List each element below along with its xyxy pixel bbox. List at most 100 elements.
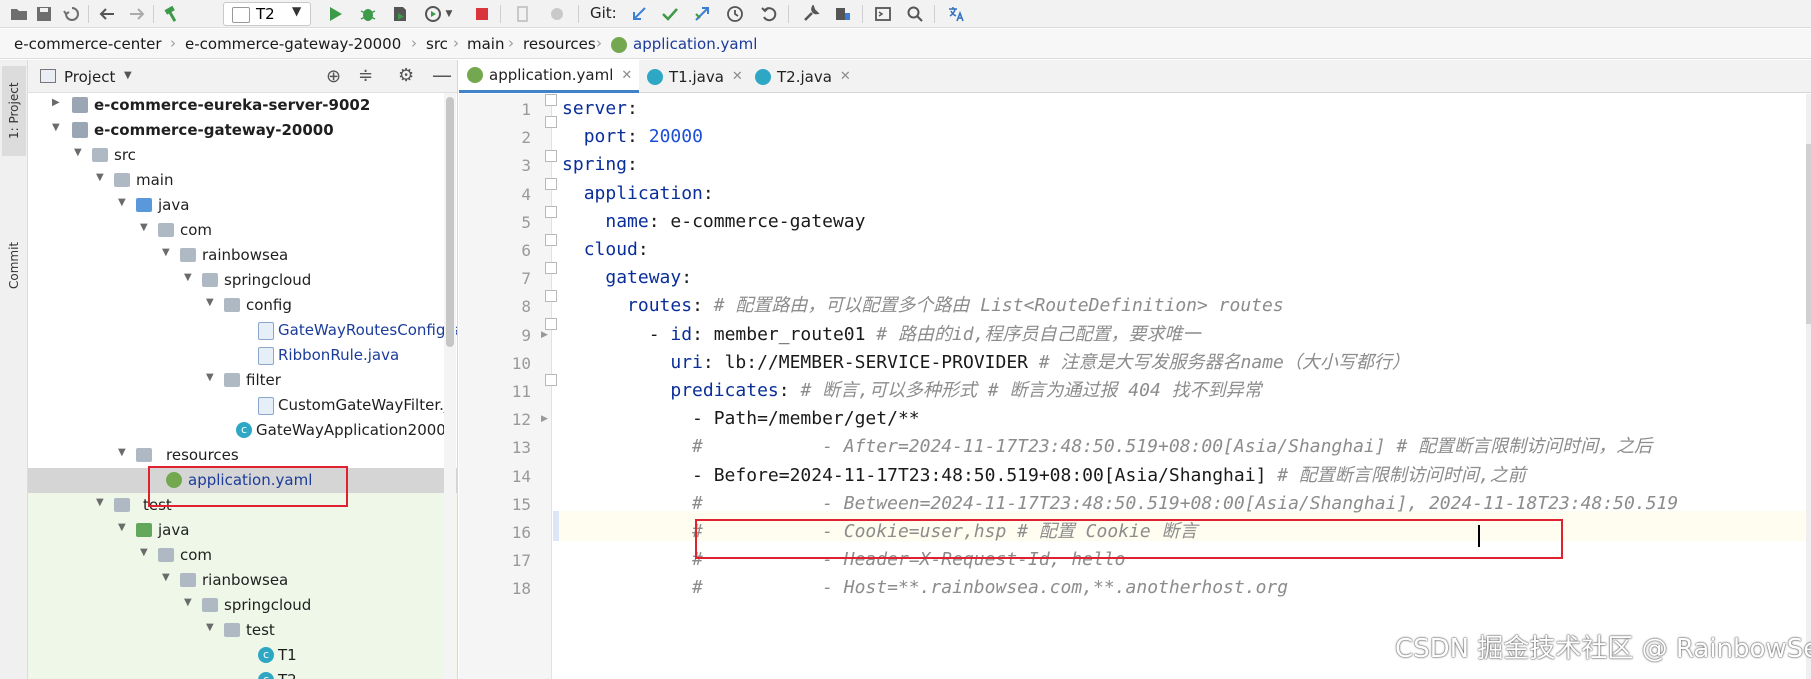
code-line[interactable]: - Path=/member/get/**: [562, 403, 920, 435]
fold-marker-icon[interactable]: [545, 206, 557, 218]
rollback-icon[interactable]: [758, 3, 780, 25]
code-line[interactable]: spring:: [562, 149, 638, 181]
tree-row[interactable]: c GateWayApplication20000: [28, 418, 457, 443]
chevron-down-icon[interactable]: ▼: [74, 147, 82, 158]
run-icon[interactable]: [324, 3, 346, 25]
history-icon[interactable]: [724, 3, 746, 25]
git-push-icon[interactable]: [691, 3, 713, 25]
code-line[interactable]: application:: [562, 178, 714, 210]
fold-marker-icon[interactable]: [545, 116, 557, 128]
tree-row[interactable]: ▼ rainbowsea: [28, 243, 457, 268]
fold-marker-icon[interactable]: [545, 150, 557, 162]
fold-marker-icon[interactable]: [545, 262, 557, 274]
build-hammer-icon[interactable]: [161, 3, 183, 25]
code-line[interactable]: predicates: # 断言,可以多种形式 # 断言为通过报 404 找不到…: [562, 375, 1261, 407]
code-line[interactable]: uri: lb://MEMBER-SERVICE-PROVIDER # 注意是大…: [562, 347, 1410, 379]
chevron-down-icon[interactable]: ▼: [140, 222, 148, 233]
fold-arrow-icon[interactable]: ▶: [541, 414, 548, 424]
sync-icon[interactable]: [61, 3, 83, 25]
code-line[interactable]: - id: member_route01 # 路由的id,程序员自己配置，要求唯…: [562, 319, 1201, 351]
chevron-down-icon[interactable]: ▼: [184, 272, 192, 283]
git-commit-icon[interactable]: [659, 3, 681, 25]
code-line[interactable]: # - After=2024-11-17T23:48:50.519+08:00[…: [562, 431, 1652, 463]
tab-application-yaml[interactable]: application.yaml ✕: [459, 60, 639, 93]
locate-icon[interactable]: ⊕: [326, 66, 341, 87]
chevron-down-icon[interactable]: ▼: [206, 622, 214, 633]
save-icon[interactable]: [33, 3, 55, 25]
chevron-down-icon[interactable]: ▼: [118, 197, 126, 208]
breadcrumb-item[interactable]: e-commerce-gateway-20000: [185, 35, 401, 53]
chevron-down-icon[interactable]: ▼: [118, 522, 126, 533]
open-folder-icon[interactable]: [8, 3, 30, 25]
fold-marker-icon[interactable]: [545, 318, 557, 330]
tree-row[interactable]: ▼ com: [28, 543, 457, 568]
tree-row[interactable]: ▼ filter: [28, 368, 457, 393]
back-icon[interactable]: [96, 3, 118, 25]
close-icon[interactable]: ✕: [840, 69, 851, 84]
chevron-down-icon[interactable]: ▼: [206, 297, 214, 308]
breadcrumb-item[interactable]: application.yaml: [633, 35, 757, 53]
tree-row[interactable]: ▼ test: [28, 618, 457, 643]
project-tool-tab[interactable]: 1: Project: [2, 66, 26, 156]
tree-row[interactable]: ▶ e-commerce-eureka-server-9002: [28, 93, 457, 118]
close-icon[interactable]: ✕: [732, 69, 743, 84]
code-line[interactable]: # - Host=**.rainbowsea.com,**.anotherhos…: [562, 572, 1288, 604]
tree-row[interactable]: ▼ config: [28, 293, 457, 318]
profiler-icon[interactable]: [422, 3, 444, 25]
services-icon[interactable]: [546, 3, 568, 25]
tree-row[interactable]: c T2: [28, 668, 457, 679]
scrollbar-thumb[interactable]: [446, 97, 454, 347]
tree-row[interactable]: ▼ src: [28, 143, 457, 168]
project-structure-icon[interactable]: [832, 3, 854, 25]
gear-icon[interactable]: ⚙: [398, 65, 414, 86]
wrench-icon[interactable]: [800, 3, 822, 25]
code-line[interactable]: cloud:: [562, 234, 649, 266]
breadcrumb-item[interactable]: main: [467, 35, 504, 53]
code-editor[interactable]: 1 2 3 4 5 6 7 8 9 10 11 12 13 14 15 16 17 18 server: port…: [459, 94, 1811, 679]
fold-marker-icon[interactable]: [545, 290, 557, 302]
translate-icon[interactable]: [945, 3, 967, 25]
tree-row[interactable]: ▼ resources: [28, 443, 457, 468]
coverage-icon[interactable]: [389, 3, 411, 25]
tree-row[interactable]: ▼ com: [28, 218, 457, 243]
tree-row[interactable]: RibbonRule.java: [28, 343, 457, 368]
code-line[interactable]: routes: # 配置路由，可以配置多个路由 List<RouteDefini…: [562, 290, 1284, 322]
run-configuration-select[interactable]: T2 ▼: [223, 2, 311, 26]
forward-icon[interactable]: [126, 3, 148, 25]
tree-row[interactable]: ▼ springcloud: [28, 268, 457, 293]
attach-icon[interactable]: [512, 3, 534, 25]
chevron-down-icon[interactable]: ▼: [162, 247, 170, 258]
debug-icon[interactable]: [357, 3, 379, 25]
hide-panel-icon[interactable]: —: [432, 63, 452, 87]
chevron-down-icon[interactable]: ▼: [118, 447, 126, 458]
commit-tool-tab[interactable]: Commit: [2, 230, 26, 300]
code-line[interactable]: # - Between=2024-11-17T23:48:50.519+08:0…: [562, 488, 1678, 520]
tree-row[interactable]: ▼ main: [28, 168, 457, 193]
tab-t2-java[interactable]: T2.java ✕: [747, 60, 859, 93]
code-line[interactable]: name: e-commerce-gateway: [562, 206, 865, 238]
git-update-icon[interactable]: [628, 3, 650, 25]
chevron-down-icon[interactable]: ▼: [96, 172, 104, 183]
code-line[interactable]: - Before=2024-11-17T23:48:50.519+08:00[A…: [562, 460, 1526, 492]
tree-row[interactable]: CustomGateWayFilter.jav: [28, 393, 457, 418]
chevron-down-icon[interactable]: ▼: [184, 597, 192, 608]
breadcrumb-item[interactable]: src: [426, 35, 448, 53]
chevron-down-icon[interactable]: ▼: [206, 372, 214, 383]
code-line[interactable]: gateway:: [562, 262, 692, 294]
chevron-down-icon[interactable]: ▼: [162, 572, 170, 583]
stop-icon[interactable]: [471, 3, 493, 25]
chevron-down-icon[interactable]: ▼: [124, 70, 132, 81]
chevron-down-icon[interactable]: ▼: [443, 3, 455, 25]
fold-marker-icon[interactable]: [545, 178, 557, 190]
tree-row[interactable]: c T1: [28, 643, 457, 668]
tree-row[interactable]: ▼ springcloud: [28, 593, 457, 618]
tab-t1-java[interactable]: T1.java ✕: [639, 60, 747, 93]
scrollbar-thumb[interactable]: [1806, 144, 1811, 324]
chevron-down-icon[interactable]: ▼: [140, 547, 148, 558]
code-line[interactable]: port: 20000: [562, 121, 703, 153]
tree-row[interactable]: ▼ java: [28, 193, 457, 218]
tree-row[interactable]: ▼ e-commerce-gateway-20000: [28, 118, 457, 143]
fold-arrow-icon[interactable]: ▶: [541, 330, 548, 340]
tree-row[interactable]: ▼ java: [28, 518, 457, 543]
terminal-icon[interactable]: [872, 3, 894, 25]
